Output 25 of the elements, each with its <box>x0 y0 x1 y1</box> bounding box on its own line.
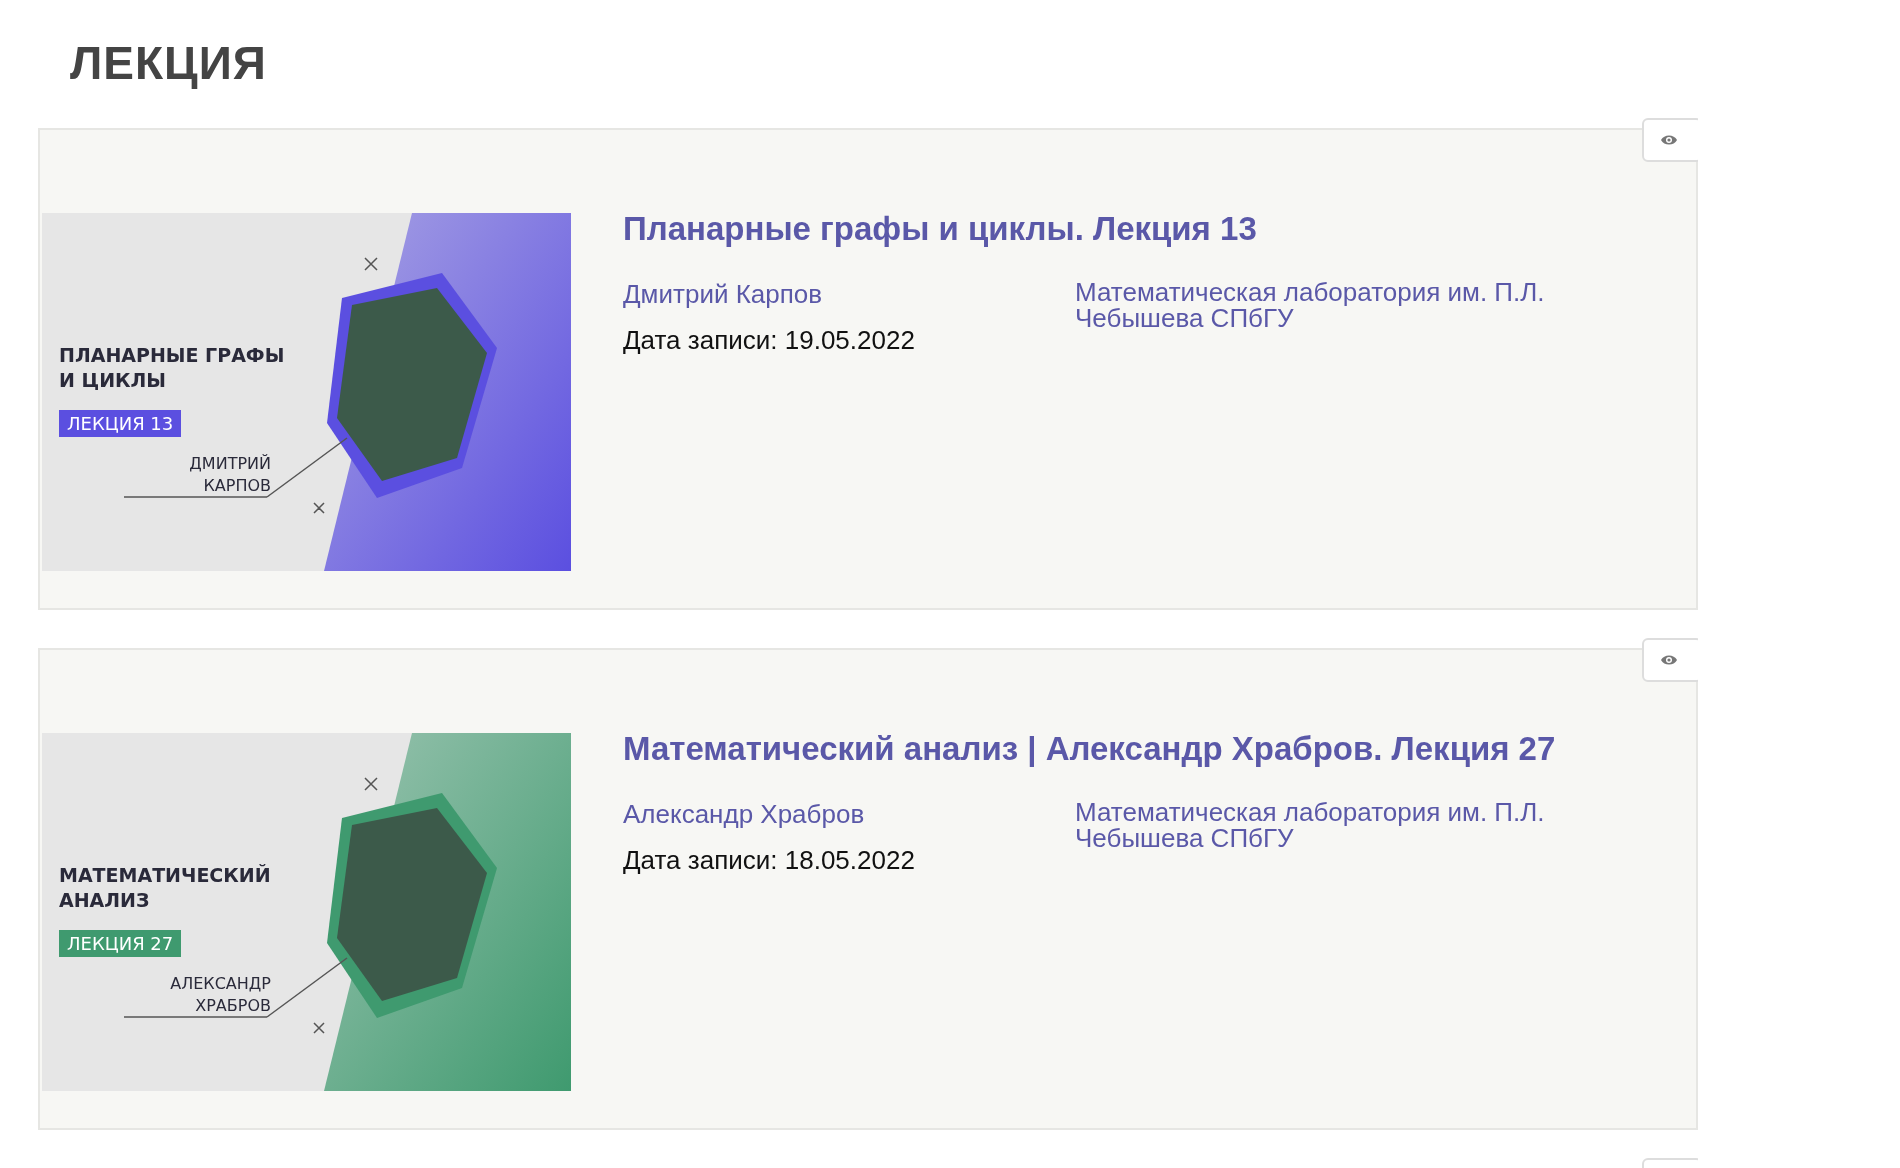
thumbnail-title: МАТЕМАТИЧЕСКИЙ <box>59 863 271 888</box>
thumbnail-title: И ЦИКЛЫ <box>59 368 168 393</box>
view-button[interactable] <box>1642 638 1698 682</box>
thumbnail-lecturer-name: ДМИТРИЙ <box>189 453 271 475</box>
view-button[interactable] <box>1642 118 1698 162</box>
page-heading: ЛЕКЦИЯ <box>70 36 268 90</box>
thumbnail-badge: ЛЕКЦИЯ 27 <box>59 930 182 957</box>
thumbnail-title: ПЛАНАРНЫЕ ГРАФЫ <box>59 343 285 368</box>
lecture-thumbnail[interactable]: ПЛАНАРНЫЕ ГРАФЫ И ЦИКЛЫ ЛЕКЦИЯ 13 ДМИТРИЙ КАРПОВ <box>42 213 571 571</box>
lecturer-link[interactable]: Александр Храбров <box>623 799 865 829</box>
lecturer-link[interactable]: Дмитрий Карпов <box>623 279 823 309</box>
thumbnail-title: АНАЛИЗ <box>59 888 151 913</box>
recording-date: Дата записи: 18.05.2022 <box>623 845 915 876</box>
lecture-title[interactable]: Математический анализ | Александр Храбров. Лекция 27 <box>623 731 1633 767</box>
lecture-thumbnail[interactable]: МАТЕМАТИЧЕСКИЙ АНАЛИЗ ЛЕКЦИЯ 27 АЛЕКСАНДР ХРАБРОВ <box>42 733 571 1091</box>
lecture-title[interactable]: Планарные графы и циклы. Лекция 13 <box>623 211 1633 247</box>
thumbnail-lecturer-name: АЛЕКСАНДР <box>170 973 271 995</box>
eye-icon <box>1660 654 1678 666</box>
organization-link[interactable]: Математическая лаборатория им. П.Л. Чебышева СПбГУ <box>1075 799 1635 876</box>
organization-link[interactable]: Математическая лаборатория им. П.Л. Чебышева СПбГУ <box>1075 279 1635 356</box>
eye-icon <box>1660 134 1678 146</box>
recording-date: Дата записи: 19.05.2022 <box>623 325 915 356</box>
thumbnail-badge: ЛЕКЦИЯ 13 <box>59 410 182 437</box>
thumbnail-lecturer-name: КАРПОВ <box>202 475 271 497</box>
thumbnail-lecturer-name: ХРАБРОВ <box>194 995 271 1017</box>
